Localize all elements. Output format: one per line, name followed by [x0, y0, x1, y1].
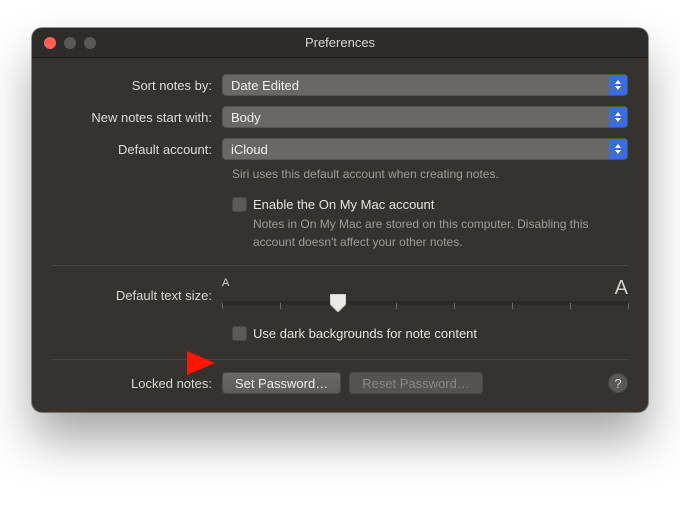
up-down-arrows-icon [609, 139, 627, 159]
up-down-arrows-icon [609, 107, 627, 127]
text-size-legend: A A [222, 278, 628, 298]
default-account-value: iCloud [231, 142, 268, 157]
slider-thumb[interactable] [330, 294, 346, 312]
sort-notes-select[interactable]: Date Edited [222, 74, 628, 96]
default-account-hint: Siri uses this default account when crea… [232, 166, 499, 183]
enable-on-my-mac-hint: Notes in On My Mac are stored on this co… [232, 216, 628, 251]
set-password-button[interactable]: Set Password… [222, 372, 341, 394]
default-account-label: Default account: [52, 142, 222, 157]
sort-notes-value: Date Edited [231, 78, 299, 93]
divider [52, 359, 628, 360]
titlebar: Preferences [32, 28, 648, 58]
text-size-slider[interactable] [222, 301, 628, 305]
new-notes-label: New notes start with: [52, 110, 222, 125]
enable-on-my-mac-label: Enable the On My Mac account [253, 197, 434, 212]
dark-backgrounds-checkbox[interactable] [232, 326, 247, 341]
reset-password-button: Reset Password… [349, 372, 483, 394]
text-size-label: Default text size: [52, 288, 222, 303]
new-notes-select[interactable]: Body [222, 106, 628, 128]
help-button[interactable]: ? [608, 373, 628, 393]
sort-notes-row: Sort notes by: Date Edited [52, 74, 628, 96]
up-down-arrows-icon [609, 75, 627, 95]
divider [52, 265, 628, 266]
dark-backgrounds-label: Use dark backgrounds for note content [253, 326, 477, 341]
default-account-row: Default account: iCloud [52, 138, 628, 160]
text-size-small-icon: A [222, 278, 229, 298]
enable-on-my-mac-checkbox[interactable] [232, 197, 247, 212]
dark-backgrounds-row: Use dark backgrounds for note content [52, 326, 628, 341]
default-account-select[interactable]: iCloud [222, 138, 628, 160]
content: Sort notes by: Date Edited New notes sta… [32, 58, 648, 412]
locked-notes-row: Locked notes: Set Password… Reset Passwo… [52, 372, 628, 394]
sort-notes-label: Sort notes by: [52, 78, 222, 93]
locked-notes-label: Locked notes: [52, 376, 222, 391]
new-notes-value: Body [231, 110, 261, 125]
preferences-window: Preferences Sort notes by: Date Edited N… [32, 28, 648, 412]
enable-on-my-mac-row: Enable the On My Mac account Notes in On… [52, 197, 628, 251]
new-notes-row: New notes start with: Body [52, 106, 628, 128]
text-size-row: Default text size: A A [52, 278, 628, 312]
text-size-large-icon: A [615, 278, 628, 298]
window-title: Preferences [32, 35, 648, 50]
default-account-hint-row: Siri uses this default account when crea… [52, 166, 628, 183]
